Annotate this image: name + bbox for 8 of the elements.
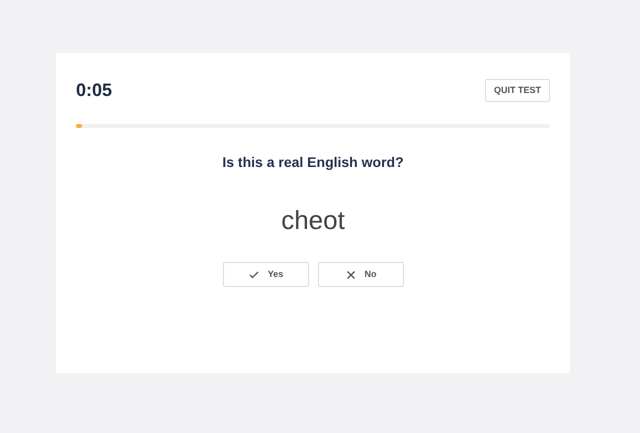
answer-button[interactable]: Yes <box>222 262 308 287</box>
quit-test-button[interactable]: QUIT TEST <box>485 78 550 102</box>
word-text: cheot <box>281 204 345 237</box>
check-icon <box>248 268 260 280</box>
cross-icon <box>344 268 356 280</box>
timer: 0:05 <box>76 79 112 102</box>
answer-button[interactable]: No <box>318 262 404 287</box>
question-text: Is this a real English word? <box>222 153 404 172</box>
